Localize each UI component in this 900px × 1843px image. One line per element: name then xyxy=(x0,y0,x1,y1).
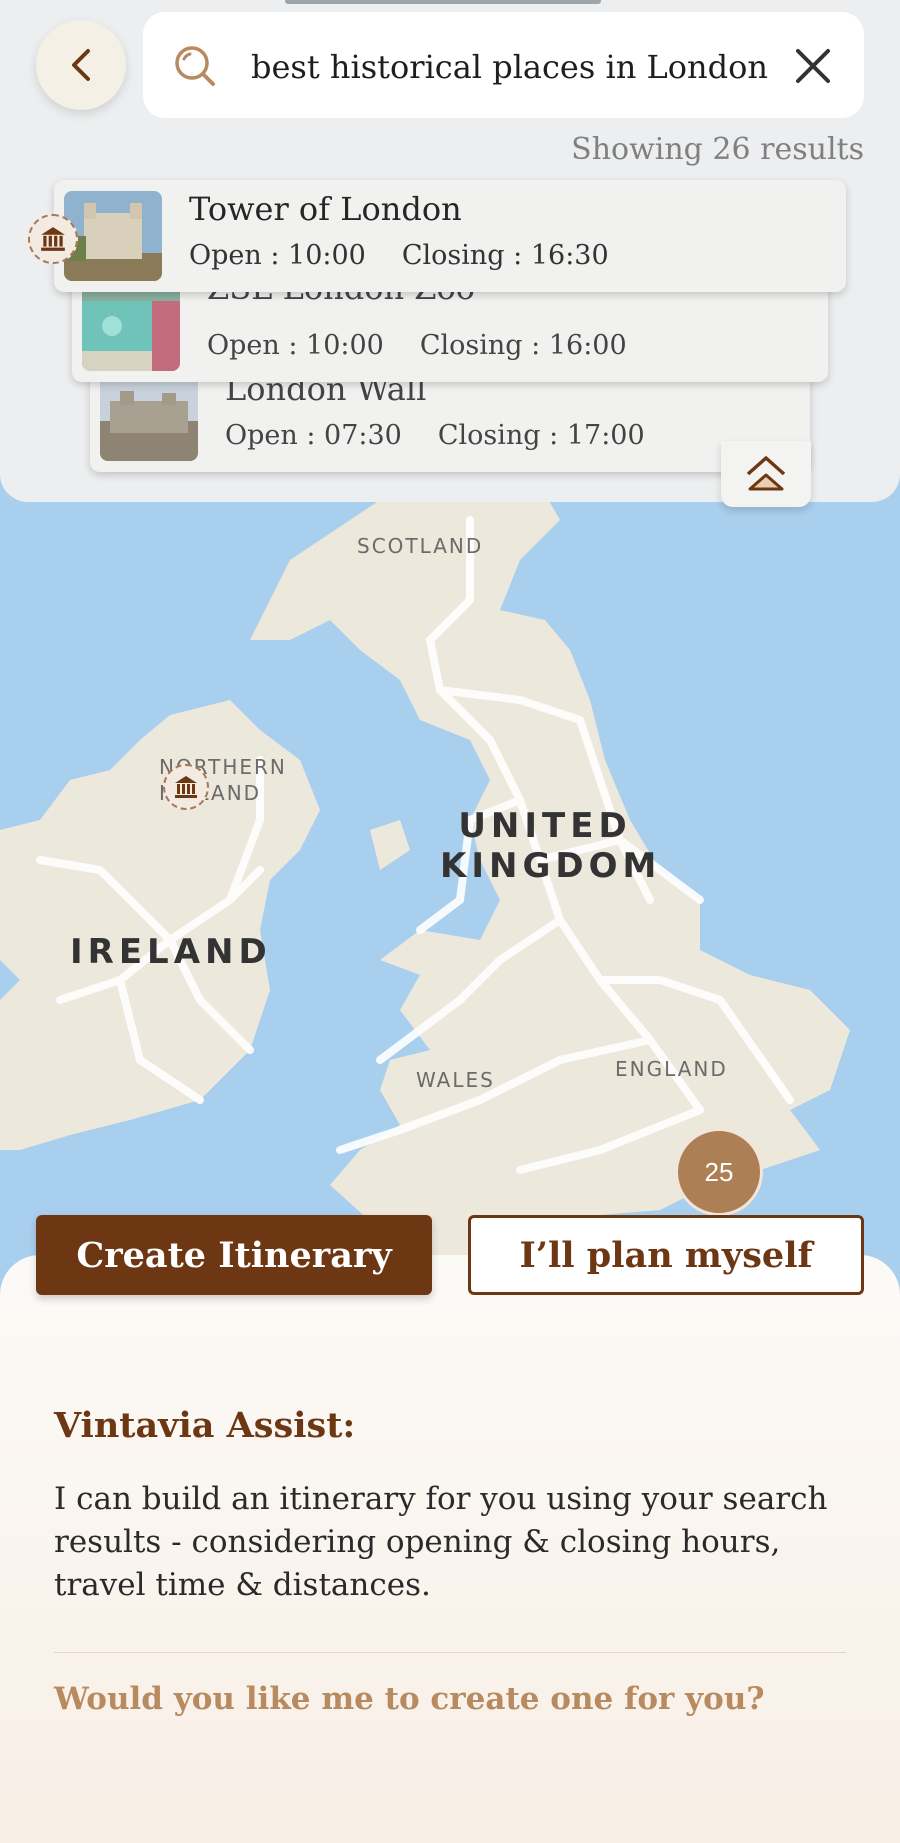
double-chevron-up-icon xyxy=(746,456,786,491)
search-results-panel: best historical places in London Showing… xyxy=(0,0,900,502)
plan-myself-button[interactable]: I’ll plan myself xyxy=(468,1215,864,1295)
result-hours: Open : 07:30 Closing : 17:00 xyxy=(225,420,645,451)
map-label-ireland: IRELAND xyxy=(70,932,272,972)
map-label-united-kingdom-line2: KINGDOM xyxy=(440,846,662,886)
collapse-results-button[interactable] xyxy=(721,441,811,507)
assistant-question[interactable]: Would you like me to create one for you? xyxy=(54,1681,765,1717)
close-icon xyxy=(796,49,830,83)
museum-icon xyxy=(41,227,65,251)
map-label-england: ENGLAND xyxy=(615,1057,728,1081)
drag-handle[interactable] xyxy=(285,0,601,4)
result-thumbnail xyxy=(64,191,162,281)
chevron-left-icon xyxy=(72,49,90,81)
result-thumbnail xyxy=(82,281,180,371)
results-count: Showing 26 results xyxy=(571,132,864,167)
map-label-scotland: SCOTLAND xyxy=(357,534,484,558)
result-open-time: Open : 10:00 xyxy=(189,240,366,271)
result-hours: Open : 10:00 Closing : 16:30 xyxy=(189,240,609,271)
result-hours: Open : 10:00 Closing : 16:00 xyxy=(207,330,627,361)
result-closing-time: Closing : 17:00 xyxy=(437,420,645,451)
search-input[interactable]: best historical places in London xyxy=(251,12,768,118)
result-marker-tower-of-london xyxy=(28,214,78,264)
search-icon xyxy=(175,46,215,86)
result-open-time: Open : 07:30 xyxy=(225,420,402,451)
map-cluster-count[interactable]: 25 xyxy=(675,1128,763,1216)
search-bar[interactable]: best historical places in London xyxy=(143,12,864,118)
museum-icon xyxy=(175,776,197,798)
clear-search-button[interactable] xyxy=(793,46,833,86)
result-closing-time: Closing : 16:30 xyxy=(401,240,609,271)
result-card-tower-of-london[interactable]: Tower of London Open : 10:00 Closing : 16… xyxy=(54,180,846,292)
assistant-message: I can build an itinerary for you using y… xyxy=(54,1481,828,1603)
create-itinerary-button[interactable]: Create Itinerary xyxy=(36,1215,432,1295)
result-thumbnail xyxy=(100,371,198,461)
result-open-time: Open : 10:00 xyxy=(207,330,384,361)
divider xyxy=(54,1652,846,1653)
result-closing-time: Closing : 16:00 xyxy=(419,330,627,361)
map-label-united-kingdom-line1: UNITED xyxy=(458,806,632,846)
map-marker-northern-ireland[interactable] xyxy=(163,764,209,810)
result-title: Tower of London xyxy=(189,190,462,228)
assistant-title: Vintavia Assist: xyxy=(54,1405,356,1446)
back-button[interactable] xyxy=(36,20,126,110)
map-label-wales: WALES xyxy=(416,1068,495,1092)
